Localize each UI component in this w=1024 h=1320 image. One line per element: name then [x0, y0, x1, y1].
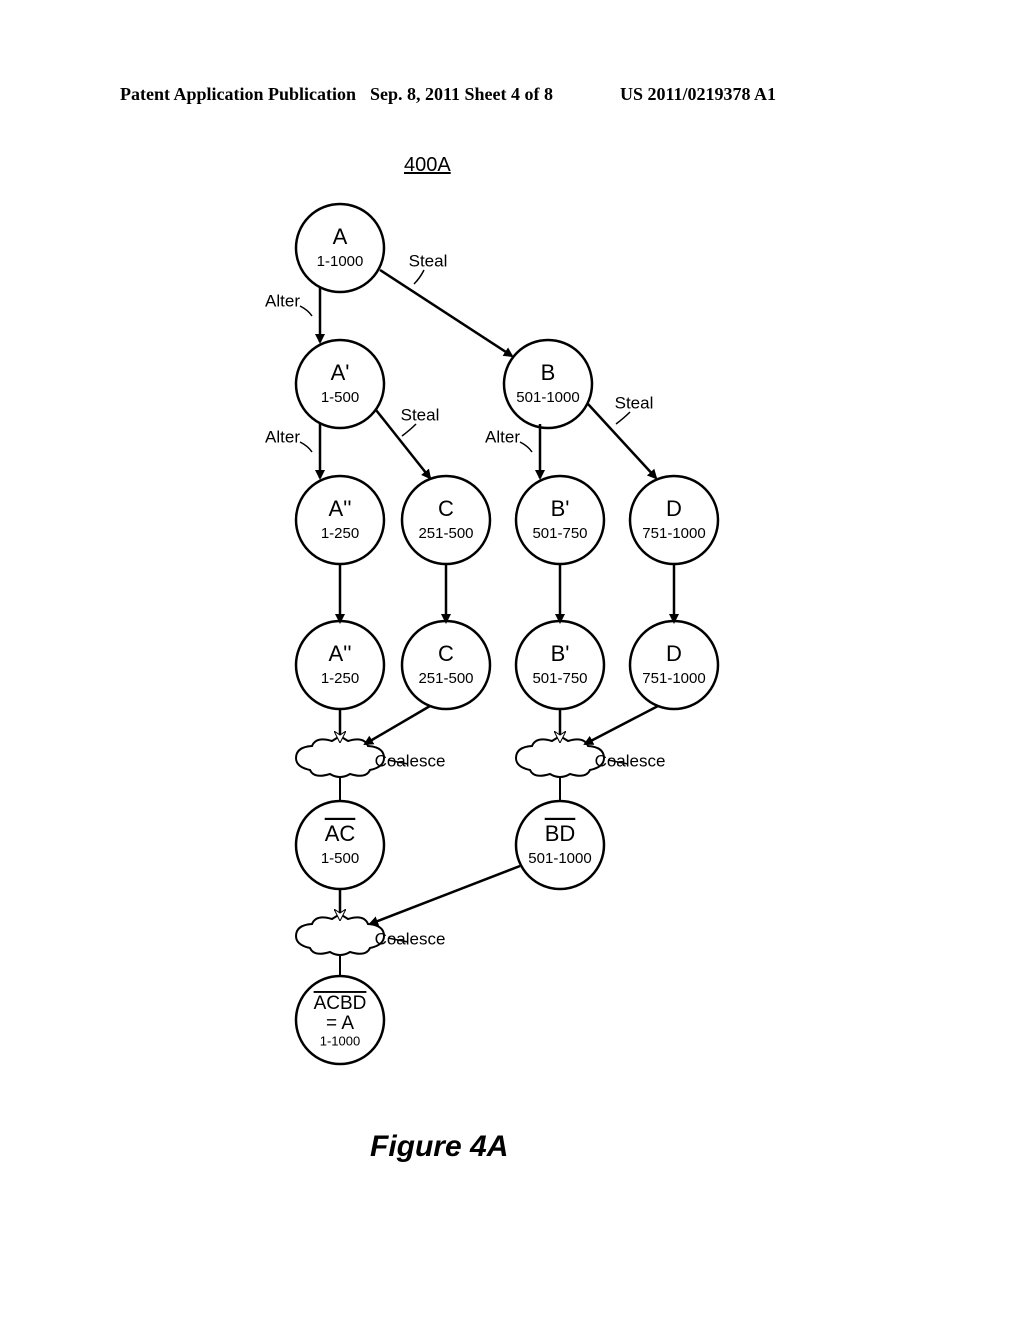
svg-text:501-750: 501-750: [532, 525, 587, 542]
svg-text:1-500: 1-500: [321, 389, 359, 406]
node-Adoubleprime: A'' 1-250: [296, 476, 384, 564]
label-coalesce-1: Coalesce: [375, 751, 446, 770]
svg-text:A'': A'': [328, 641, 351, 666]
node-D-2: D 751-1000: [630, 621, 718, 709]
label-alter-3: Alter: [485, 427, 520, 446]
label-alter-1: Alter: [265, 291, 300, 310]
node-D: D 751-1000: [630, 476, 718, 564]
label-steal-1: Steal: [409, 251, 448, 270]
node-B: B 501-1000: [504, 340, 592, 428]
diagram-svg: A 1-1000 A' 1-500 B 501-1000 A'' 1-250 C…: [0, 0, 1024, 1320]
svg-text:C: C: [438, 641, 454, 666]
svg-text:1-1000: 1-1000: [317, 253, 364, 270]
svg-text:ACBD: ACBD: [314, 993, 367, 1014]
svg-text:D: D: [666, 496, 682, 521]
svg-text:1-500: 1-500: [321, 850, 359, 867]
svg-text:B: B: [541, 360, 556, 385]
node-Adoubleprime-2: A'' 1-250: [296, 621, 384, 709]
coalesce-cloud-3: [296, 914, 384, 955]
edge-C2-coal1: [365, 706, 430, 744]
svg-text:501-750: 501-750: [532, 670, 587, 687]
svg-text:751-1000: 751-1000: [642, 525, 705, 542]
svg-text:AC: AC: [325, 821, 356, 846]
edge-BD-coal3: [370, 866, 520, 924]
svg-text:B': B': [551, 496, 570, 521]
label-coalesce-3: Coalesce: [375, 929, 446, 948]
edge-D2-coal2: [585, 706, 658, 744]
coalesce-cloud-1: [296, 736, 384, 777]
node-C: C 251-500: [402, 476, 490, 564]
svg-text:A': A': [331, 360, 350, 385]
svg-text:1-1000: 1-1000: [320, 1033, 360, 1048]
svg-text:C: C: [438, 496, 454, 521]
label-steal-2: Steal: [401, 405, 440, 424]
edge-A-B: [380, 270, 512, 356]
svg-text:D: D: [666, 641, 682, 666]
svg-text:751-1000: 751-1000: [642, 670, 705, 687]
edge-B-D: [588, 404, 656, 478]
svg-text:= A: = A: [326, 1013, 354, 1034]
svg-text:1-250: 1-250: [321, 525, 359, 542]
node-C-2: C 251-500: [402, 621, 490, 709]
svg-text:B': B': [551, 641, 570, 666]
label-steal-3: Steal: [615, 393, 654, 412]
label-alter-2: Alter: [265, 427, 300, 446]
svg-text:251-500: 251-500: [418, 670, 473, 687]
label-coalesce-2: Coalesce: [595, 751, 666, 770]
svg-text:251-500: 251-500: [418, 525, 473, 542]
node-BD: BD 501-1000: [516, 801, 604, 889]
svg-text:A: A: [333, 224, 348, 249]
svg-text:1-250: 1-250: [321, 670, 359, 687]
svg-text:501-1000: 501-1000: [528, 850, 591, 867]
figure-caption: Figure 4A: [370, 1130, 508, 1164]
node-Bprime: B' 501-750: [516, 476, 604, 564]
node-AC: AC 1-500: [296, 801, 384, 889]
node-Bprime-2: B' 501-750: [516, 621, 604, 709]
node-Aprime: A' 1-500: [296, 340, 384, 428]
node-A: A 1-1000: [296, 204, 384, 292]
svg-text:A'': A'': [328, 496, 351, 521]
svg-text:501-1000: 501-1000: [516, 389, 579, 406]
node-ACBD: ACBD = A 1-1000: [296, 976, 384, 1064]
svg-text:BD: BD: [545, 821, 576, 846]
